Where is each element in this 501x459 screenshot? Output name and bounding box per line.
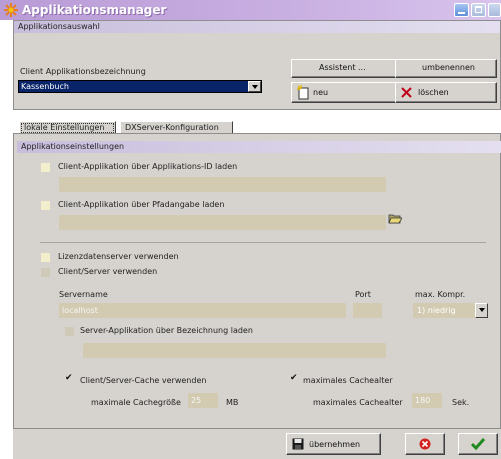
maximize-icon [475,6,482,13]
application-id-input[interactable] [59,177,386,192]
max-cache-size-unit: MB [226,398,239,407]
save-disk-icon [292,438,304,450]
minimize-icon [458,12,465,14]
client-name-label: Client Applikationsbezeichnung [20,67,146,76]
server-app-by-name-checkbox[interactable] [65,327,74,336]
new-document-icon [297,85,309,100]
cache-use-checkbox[interactable] [65,373,74,385]
delete-button-label: löschen [418,88,449,97]
separator [40,242,486,243]
client-server-label: Client/Server verwenden [58,267,158,276]
compression-value: 1) niedrig [417,306,456,315]
panel-header: Applikationseinstellungen [17,141,501,153]
path-input[interactable] [59,215,386,230]
folder-open-icon[interactable] [388,213,402,225]
delete-button[interactable]: löschen [395,82,497,103]
maximize-button[interactable] [471,3,486,17]
app-icon [4,3,18,17]
max-cache-age-checkbox[interactable] [290,373,299,385]
load-by-id-label: Client-Applikation über Applikations-ID … [58,162,238,171]
ok-button[interactable] [458,433,498,455]
compression-select[interactable]: 1) niedrig [413,303,488,318]
cancel-icon [419,438,431,450]
title-bar[interactable]: Applikationsmanager [0,0,501,20]
max-cache-age-label: maximales Cachealter [313,398,403,407]
rename-button[interactable]: umbenennen [395,59,497,78]
compression-chevron-down-icon[interactable] [475,303,488,318]
assistant-button[interactable]: Assistent ... [291,59,397,78]
assistant-button-label: Assistent ... [319,63,366,72]
license-server-checkbox[interactable] [41,253,50,262]
max-cache-size-label: maximale Cachegröße [91,398,181,407]
cache-use-label: Client/Server-Cache verwenden [80,376,207,385]
minimize-button[interactable] [454,3,469,17]
max-cache-size-input[interactable]: 25 [188,393,218,408]
app-window: Applikationsmanager Applikationsauswahl … [0,0,501,459]
servername-input[interactable]: localhost [59,303,346,318]
port-input[interactable] [353,303,382,318]
client-server-checkbox[interactable] [41,268,50,277]
client-application-select[interactable]: Kassenbuch [18,80,262,93]
close-button[interactable] [488,3,501,17]
load-by-id-checkbox[interactable] [41,163,50,172]
compression-label: max. Kompr. [415,290,466,299]
load-by-path-label: Client-Applikation über Pfadangabe laden [58,200,225,209]
server-app-by-name-label: Server-Applikation über Bezeichnung lade… [80,326,253,335]
cancel-button[interactable] [405,433,445,455]
new-button[interactable]: neu [291,82,397,103]
delete-x-icon [401,87,412,98]
server-app-name-input[interactable] [83,343,386,358]
new-button-label: neu [313,88,329,97]
ok-check-icon [471,438,485,450]
servername-label: Servername [59,290,108,299]
license-server-label: Lizenzdatenserver verwenden [58,252,179,261]
rename-button-label: umbenennen [422,63,475,72]
group-header: Applikationsauswahl [14,21,500,33]
apply-button[interactable]: übernehmen [286,433,381,455]
window-title: Applikationsmanager [22,3,167,17]
port-label: Port [355,290,371,299]
apply-button-label: übernehmen [309,440,361,449]
max-cache-age-checkbox-label: maximales Cachealter [303,376,393,385]
max-cache-age-input[interactable]: 180 [412,393,442,408]
chevron-down-icon[interactable] [248,81,261,92]
client-application-value: Kassenbuch [21,82,69,91]
load-by-path-checkbox[interactable] [41,201,50,210]
max-cache-age-unit: Sek. [452,398,470,407]
